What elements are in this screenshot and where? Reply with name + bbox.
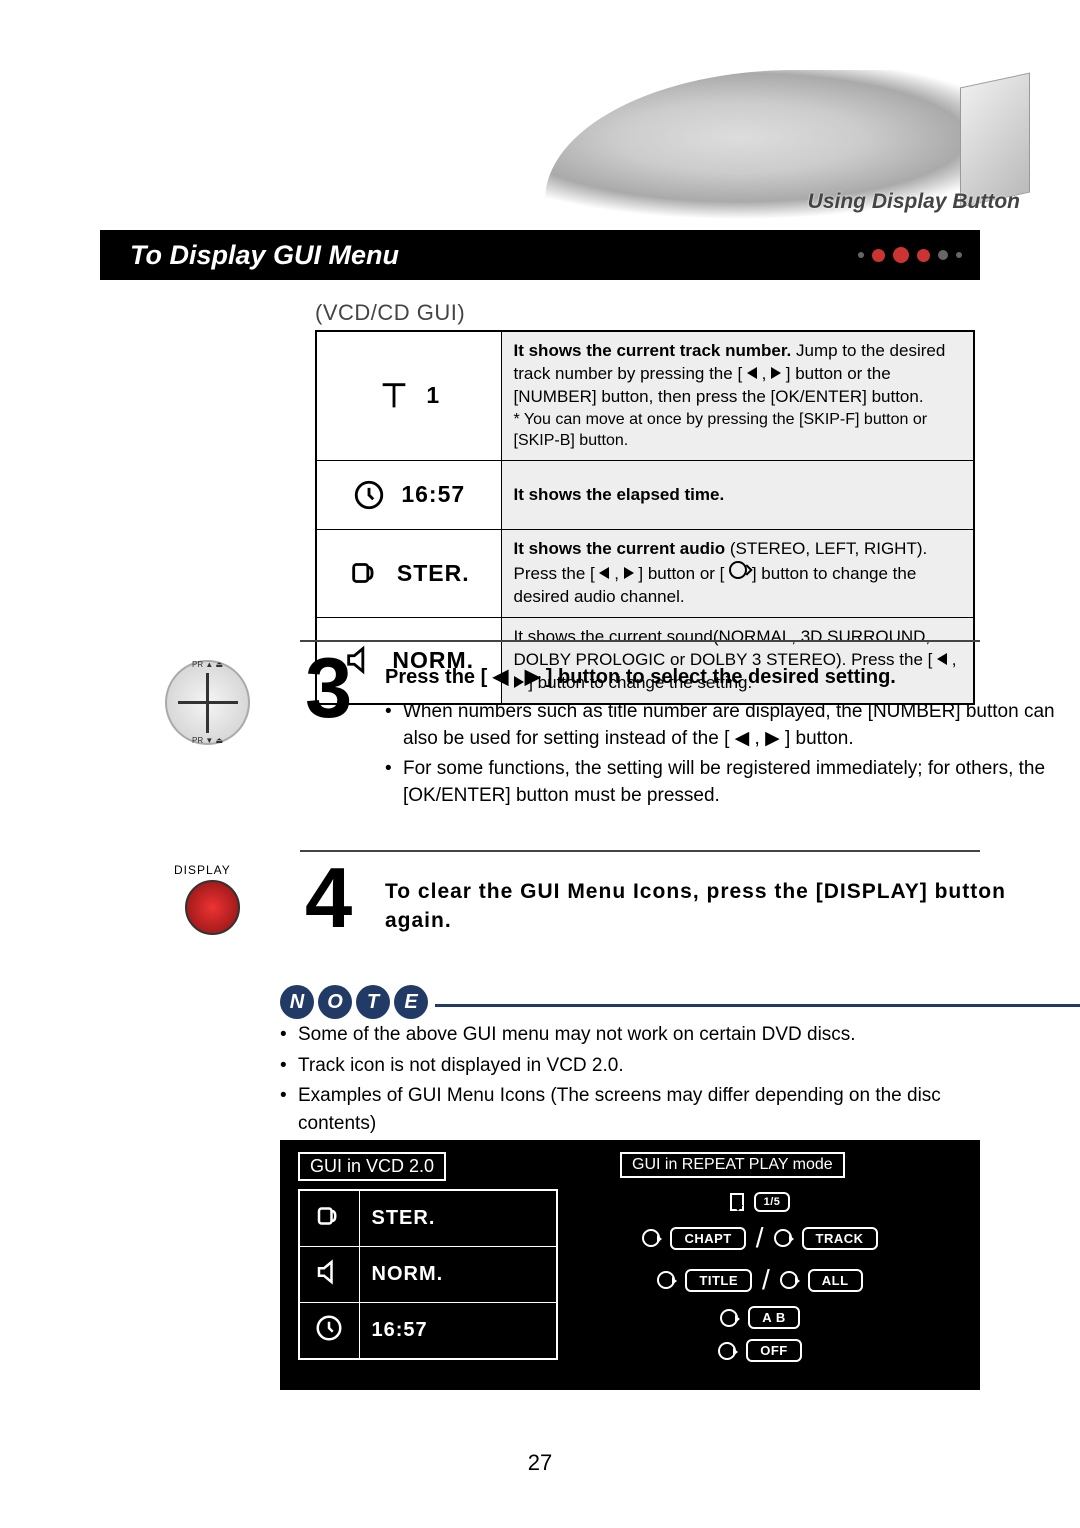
audio-value: STER. [397,558,470,589]
display-button-icon [185,880,240,935]
page-number: 27 [0,1450,1080,1476]
panel-graphic [960,73,1030,208]
step4-heading: To clear the GUI Menu Icons, press the [… [385,877,1045,936]
time-desc: It shows the elapsed time. [514,485,725,504]
step3-bullet: For some functions, the setting will be … [385,756,1065,809]
repeat-icon [780,1271,798,1289]
step-number-3: 3 [305,655,352,723]
example-box: GUI in VCD 2.0 STER. NORM. 16:57 GUI in … [280,1140,980,1390]
note-bullet: Examples of GUI Menu Icons (The screens … [280,1082,980,1137]
note-block: N O T E Some of the above GUI menu may n… [280,985,980,1140]
time-value: 16:57 [401,479,465,510]
note-badge-row: N O T E [280,985,980,1019]
repeat-icon [718,1342,736,1360]
bookmark-chip: 1/5 [754,1192,791,1212]
repeat-icon [774,1229,792,1247]
audio-icon [314,1201,344,1231]
step3-bullet: When numbers such as title number are di… [385,699,1065,752]
step-4-block: DISPLAY 4 To clear the GUI Menu Icons, p… [100,850,980,936]
vcd2-table: STER. NORM. 16:57 [298,1189,558,1360]
dpad-icon: PR ▲ ⏏ PR ▼ ⏏ [165,660,250,745]
repeat-icon [657,1271,675,1289]
step-number-4: 4 [305,865,352,933]
table-row: STER. It shows the current audio (STEREO… [316,530,974,618]
track-value: 1 [426,380,440,411]
repeat-icon [642,1229,660,1247]
col1-label: GUI in VCD 2.0 [298,1152,446,1181]
decorative-dots [858,247,962,263]
note-bullet: Some of the above GUI menu may not work … [280,1021,980,1049]
clock-icon [314,1313,344,1343]
audio-desc: It shows the current audio (STEREO, LEFT… [514,538,962,609]
table-row: 1 It shows the current track number. It … [316,331,974,461]
title-bar: To Display GUI Menu [100,230,980,280]
header-subtitle: Using Display Button [808,190,1020,214]
track-desc: It shows the current track number. It sh… [514,340,962,452]
col2-label: GUI in REPEAT PLAY mode [620,1152,845,1178]
audio-icon [348,556,382,590]
display-button-label: DISPLAY [174,863,231,877]
step-3-block: PR ▲ ⏏ PR ▼ ⏏ 3 Press the [ ◀ , ▶ ] butt… [100,640,980,813]
page-title: To Display GUI Menu [130,240,399,271]
track-icon [377,379,411,413]
repeat-icon [720,1309,738,1327]
note-bullet: Track icon is not displayed in VCD 2.0. [280,1052,980,1080]
table-row: 16:57 It shows the elapsed time. [316,461,974,530]
vcd-gui-label: (VCD/CD GUI) [315,300,465,326]
speaker-icon [314,1257,344,1287]
step3-heading: Press the [ ◀ , ▶ ] button to select the… [385,664,1065,689]
bookmark-icon [730,1193,744,1211]
clock-icon [352,478,386,512]
